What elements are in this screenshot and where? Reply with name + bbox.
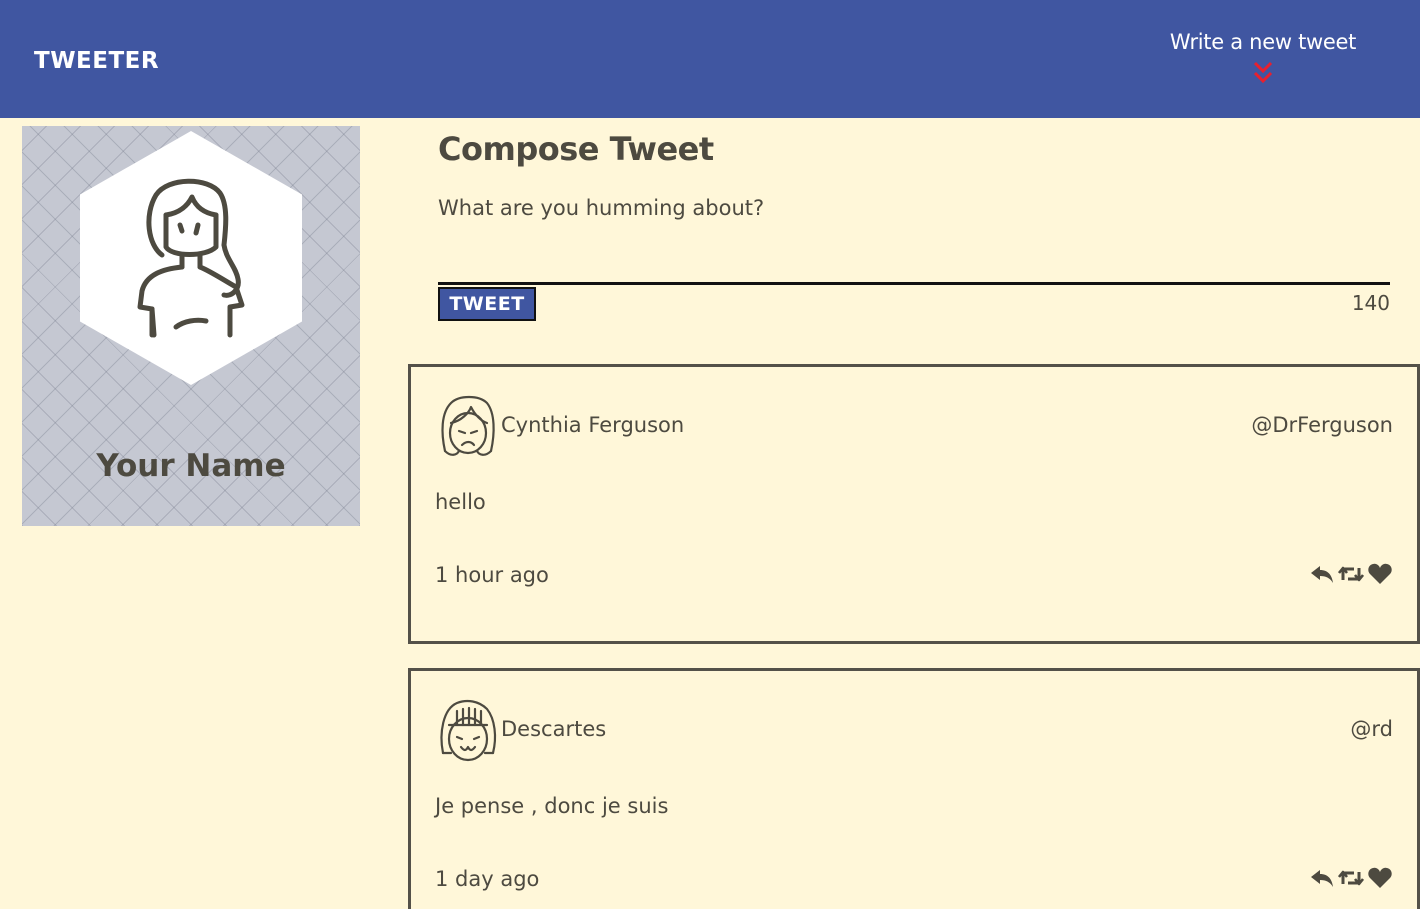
tweet-card: Descartes @rd Je pense , donc je suis 1 … [408, 668, 1420, 909]
profile-avatar-frame [80, 131, 302, 385]
woman-avatar-icon [137, 178, 245, 338]
tweet-actions [1309, 865, 1393, 891]
brand-logo[interactable]: TWEETER [34, 48, 159, 74]
profile-card: Your Name [22, 126, 360, 526]
reply-icon[interactable] [1309, 561, 1335, 587]
tweet-actions [1309, 561, 1393, 587]
tweet-author-name[interactable]: Descartes [501, 717, 606, 741]
character-counter: 140 [1351, 291, 1390, 315]
tweet-card: Cynthia Ferguson @DrFerguson hello 1 hou… [408, 364, 1420, 644]
smiling-girl-avatar-icon [440, 699, 497, 762]
tweet-text: Je pense , donc je suis [435, 794, 669, 818]
navbar: TWEETER Write a new tweet [0, 0, 1420, 118]
heart-icon[interactable] [1367, 561, 1393, 587]
compose-tweet-section: Compose Tweet TWEET 140 [438, 130, 1390, 323]
tweet-input[interactable] [438, 196, 1390, 282]
tweet-header: Descartes @rd [437, 697, 1393, 767]
tweet-author-handle[interactable]: @rd [1350, 717, 1393, 741]
reply-icon[interactable] [1309, 865, 1335, 891]
tweet-timestamp: 1 day ago [435, 867, 540, 891]
retweet-icon[interactable] [1338, 865, 1364, 891]
tweet-footer: 1 day ago [435, 867, 1393, 901]
tweet-submit-button[interactable]: TWEET [438, 287, 536, 321]
sad-girl-avatar-icon [441, 395, 495, 456]
tweet-author-name[interactable]: Cynthia Ferguson [501, 413, 684, 437]
profile-name: Your Name [96, 448, 286, 484]
double-chevron-down-icon[interactable] [1252, 60, 1274, 86]
heart-icon[interactable] [1367, 865, 1393, 891]
compose-title: Compose Tweet [438, 130, 714, 168]
tweet-header: Cynthia Ferguson @DrFerguson [437, 393, 1393, 463]
tweet-author-handle[interactable]: @DrFerguson [1251, 413, 1393, 437]
write-new-tweet-label[interactable]: Write a new tweet [1168, 30, 1358, 54]
retweet-icon[interactable] [1338, 561, 1364, 587]
compose-actions: TWEET 140 [438, 285, 1390, 323]
tweet-timestamp: 1 hour ago [435, 563, 549, 587]
write-new-tweet-button[interactable]: Write a new tweet [1168, 30, 1358, 86]
tweet-text: hello [435, 490, 486, 514]
tweet-footer: 1 hour ago [435, 563, 1393, 597]
